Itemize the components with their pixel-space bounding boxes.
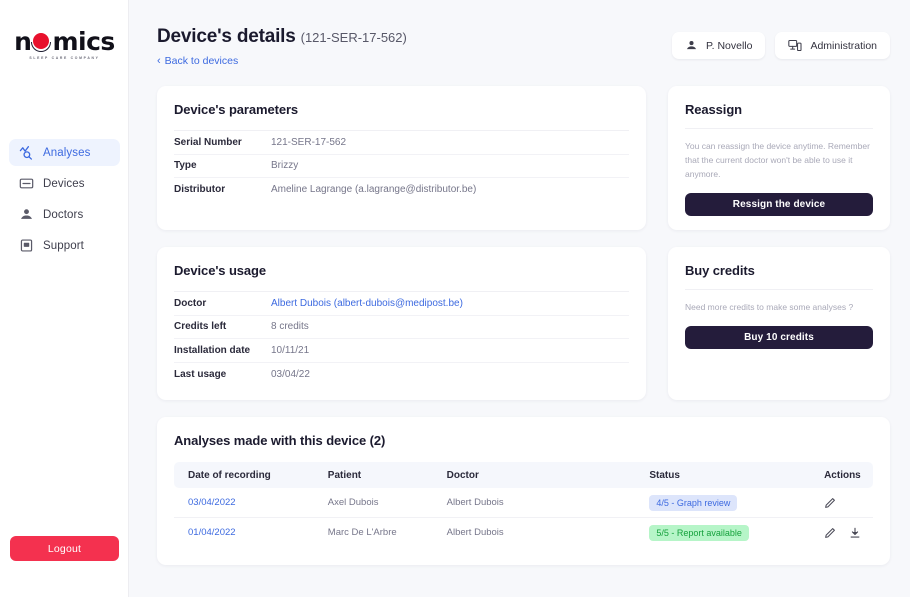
edit-pencil-icon[interactable] — [824, 497, 836, 509]
reassign-device-button[interactable]: Ressign the device — [685, 193, 873, 216]
cell-patient: Marc De L'Arbre — [314, 518, 433, 548]
sidebar-item-doctors[interactable]: Doctors — [9, 201, 120, 228]
parameter-row-serial-number: Serial Number 121-SER-17-562 — [174, 131, 629, 155]
sidebar-item-label: Devices — [43, 178, 85, 190]
buy-credits-button[interactable]: Buy 10 credits — [685, 326, 873, 349]
brand-logo: n mics sleep care company — [0, 28, 129, 60]
analysis-date-link[interactable]: 03/04/2022 — [188, 497, 236, 508]
analysis-date-link[interactable]: 01/04/2022 — [188, 527, 236, 538]
status-badge: 4/5 - Graph review — [649, 495, 737, 511]
sidebar: n mics sleep care company Analyse — [0, 0, 129, 597]
cell-actions — [810, 518, 873, 548]
row-key: Doctor — [174, 298, 271, 309]
cell-actions — [810, 488, 873, 518]
page-title-serial: (121-SER-17-562) — [301, 30, 407, 45]
logo-text-right: mics — [52, 29, 114, 54]
download-icon[interactable] — [849, 527, 861, 539]
person-icon — [685, 39, 698, 52]
parameter-row-type: Type Brizzy — [174, 155, 629, 179]
cell-status: 5/5 - Report available — [635, 518, 810, 548]
administration-button[interactable]: Administration — [775, 32, 890, 59]
reassign-card: Reassign You can reassign the device any… — [668, 86, 890, 230]
device-usage-card: Device's usage Doctor Albert Dubois (alb… — [157, 247, 646, 400]
column-header-date[interactable]: Date of recording — [174, 462, 314, 488]
usage-row-installation-date: Installation date 10/11/21 — [174, 339, 629, 363]
device-parameters-card: Device's parameters Serial Number 121-SE… — [157, 86, 646, 230]
user-account-button[interactable]: P. Novello — [672, 32, 766, 59]
logo-tagline: sleep care company — [29, 56, 99, 60]
buy-credits-card: Buy credits Need more credits to make so… — [668, 247, 890, 400]
logo-circle-icon — [31, 33, 51, 53]
row-value: 8 credits — [271, 321, 309, 332]
support-device-icon — [19, 238, 34, 253]
row-value: 03/04/22 — [271, 369, 310, 380]
cell-patient: Axel Dubois — [314, 488, 433, 518]
card-title: Device's parameters — [174, 102, 629, 131]
analyses-table-card: Analyses made with this device (2) Date … — [157, 417, 890, 565]
back-to-devices-link[interactable]: ‹ Back to devices — [157, 55, 407, 67]
column-header-status[interactable]: Status — [635, 462, 810, 488]
edit-pencil-icon[interactable] — [824, 527, 836, 539]
table-row: 01/04/2022 Marc De L'Arbre Albert Dubois… — [174, 518, 873, 548]
app-root: n mics sleep care company Analyse — [0, 0, 910, 597]
logout-button[interactable]: Logout — [10, 536, 119, 561]
analyses-table-title: Analyses made with this device (2) — [174, 433, 873, 462]
doctor-link[interactable]: Albert Dubois (albert-dubois@medipost.be… — [271, 298, 463, 309]
row-value: Brizzy — [271, 160, 298, 171]
person-icon — [19, 207, 34, 222]
status-badge: 5/5 - Report available — [649, 525, 749, 541]
cell-date: 03/04/2022 — [174, 488, 314, 518]
sidebar-item-support[interactable]: Support — [9, 232, 120, 259]
usage-row-doctor: Doctor Albert Dubois (albert-dubois@medi… — [174, 292, 629, 316]
row-value: 10/11/21 — [271, 345, 309, 356]
sidebar-nav: Analyses Devices Docto — [9, 139, 120, 263]
administration-label: Administration — [810, 40, 877, 52]
row-key: Distributor — [174, 184, 271, 195]
devices-admin-icon — [788, 39, 802, 52]
sidebar-item-label: Analyses — [43, 147, 90, 159]
logo-text-left: n — [14, 29, 31, 54]
cell-doctor: Albert Dubois — [433, 488, 636, 518]
usage-row-credits-left: Credits left 8 credits — [174, 316, 629, 340]
header-actions: P. Novello Administration — [672, 32, 890, 59]
card-title: Buy credits — [685, 263, 873, 290]
buy-credits-description: Need more credits to make some analyses … — [685, 290, 873, 326]
reassign-description: You can reassign the device anytime. Rem… — [685, 129, 873, 193]
content-grid: Device's parameters Serial Number 121-SE… — [157, 86, 890, 565]
sidebar-item-label: Doctors — [43, 209, 83, 221]
column-header-actions: Actions — [810, 462, 873, 488]
card-title: Reassign — [685, 102, 873, 129]
row-value: 121-SER-17-562 — [271, 137, 346, 148]
analyses-table: Date of recording Patient Doctor Status … — [174, 462, 873, 547]
row-key: Type — [174, 160, 271, 171]
row-key: Credits left — [174, 321, 271, 332]
parameter-row-distributor: Distributor Ameline Lagrange (a.lagrange… — [174, 178, 629, 202]
main-content: Device's details (121-SER-17-562) ‹ Back … — [129, 0, 910, 597]
cell-doctor: Albert Dubois — [433, 518, 636, 548]
cell-status: 4/5 - Graph review — [635, 488, 810, 518]
row-key: Installation date — [174, 345, 271, 356]
monitor-icon — [19, 176, 34, 191]
sidebar-item-label: Support — [43, 240, 84, 252]
row-value: Ameline Lagrange (a.lagrange@distributor… — [271, 184, 476, 195]
sidebar-item-analyses[interactable]: Analyses — [9, 139, 120, 166]
row-key: Last usage — [174, 369, 271, 380]
logo-mark: n mics — [14, 28, 115, 54]
cell-date: 01/04/2022 — [174, 518, 314, 548]
analyses-chart-icon — [19, 145, 34, 160]
page-title: Device's details — [157, 26, 296, 47]
table-row: 03/04/2022 Axel Dubois Albert Dubois 4/5… — [174, 488, 873, 518]
row-key: Serial Number — [174, 137, 271, 148]
table-header-row: Date of recording Patient Doctor Status … — [174, 462, 873, 488]
user-account-label: P. Novello — [706, 40, 753, 52]
column-header-patient[interactable]: Patient — [314, 462, 433, 488]
sidebar-item-devices[interactable]: Devices — [9, 170, 120, 197]
card-title: Device's usage — [174, 263, 629, 292]
page-title-wrap: Device's details (121-SER-17-562) — [157, 26, 407, 48]
usage-row-last-usage: Last usage 03/04/22 — [174, 363, 629, 387]
column-header-doctor[interactable]: Doctor — [433, 462, 636, 488]
chevron-left-icon: ‹ — [157, 56, 161, 66]
back-link-label: Back to devices — [165, 55, 239, 67]
page-header: Device's details (121-SER-17-562) ‹ Back … — [157, 26, 407, 67]
